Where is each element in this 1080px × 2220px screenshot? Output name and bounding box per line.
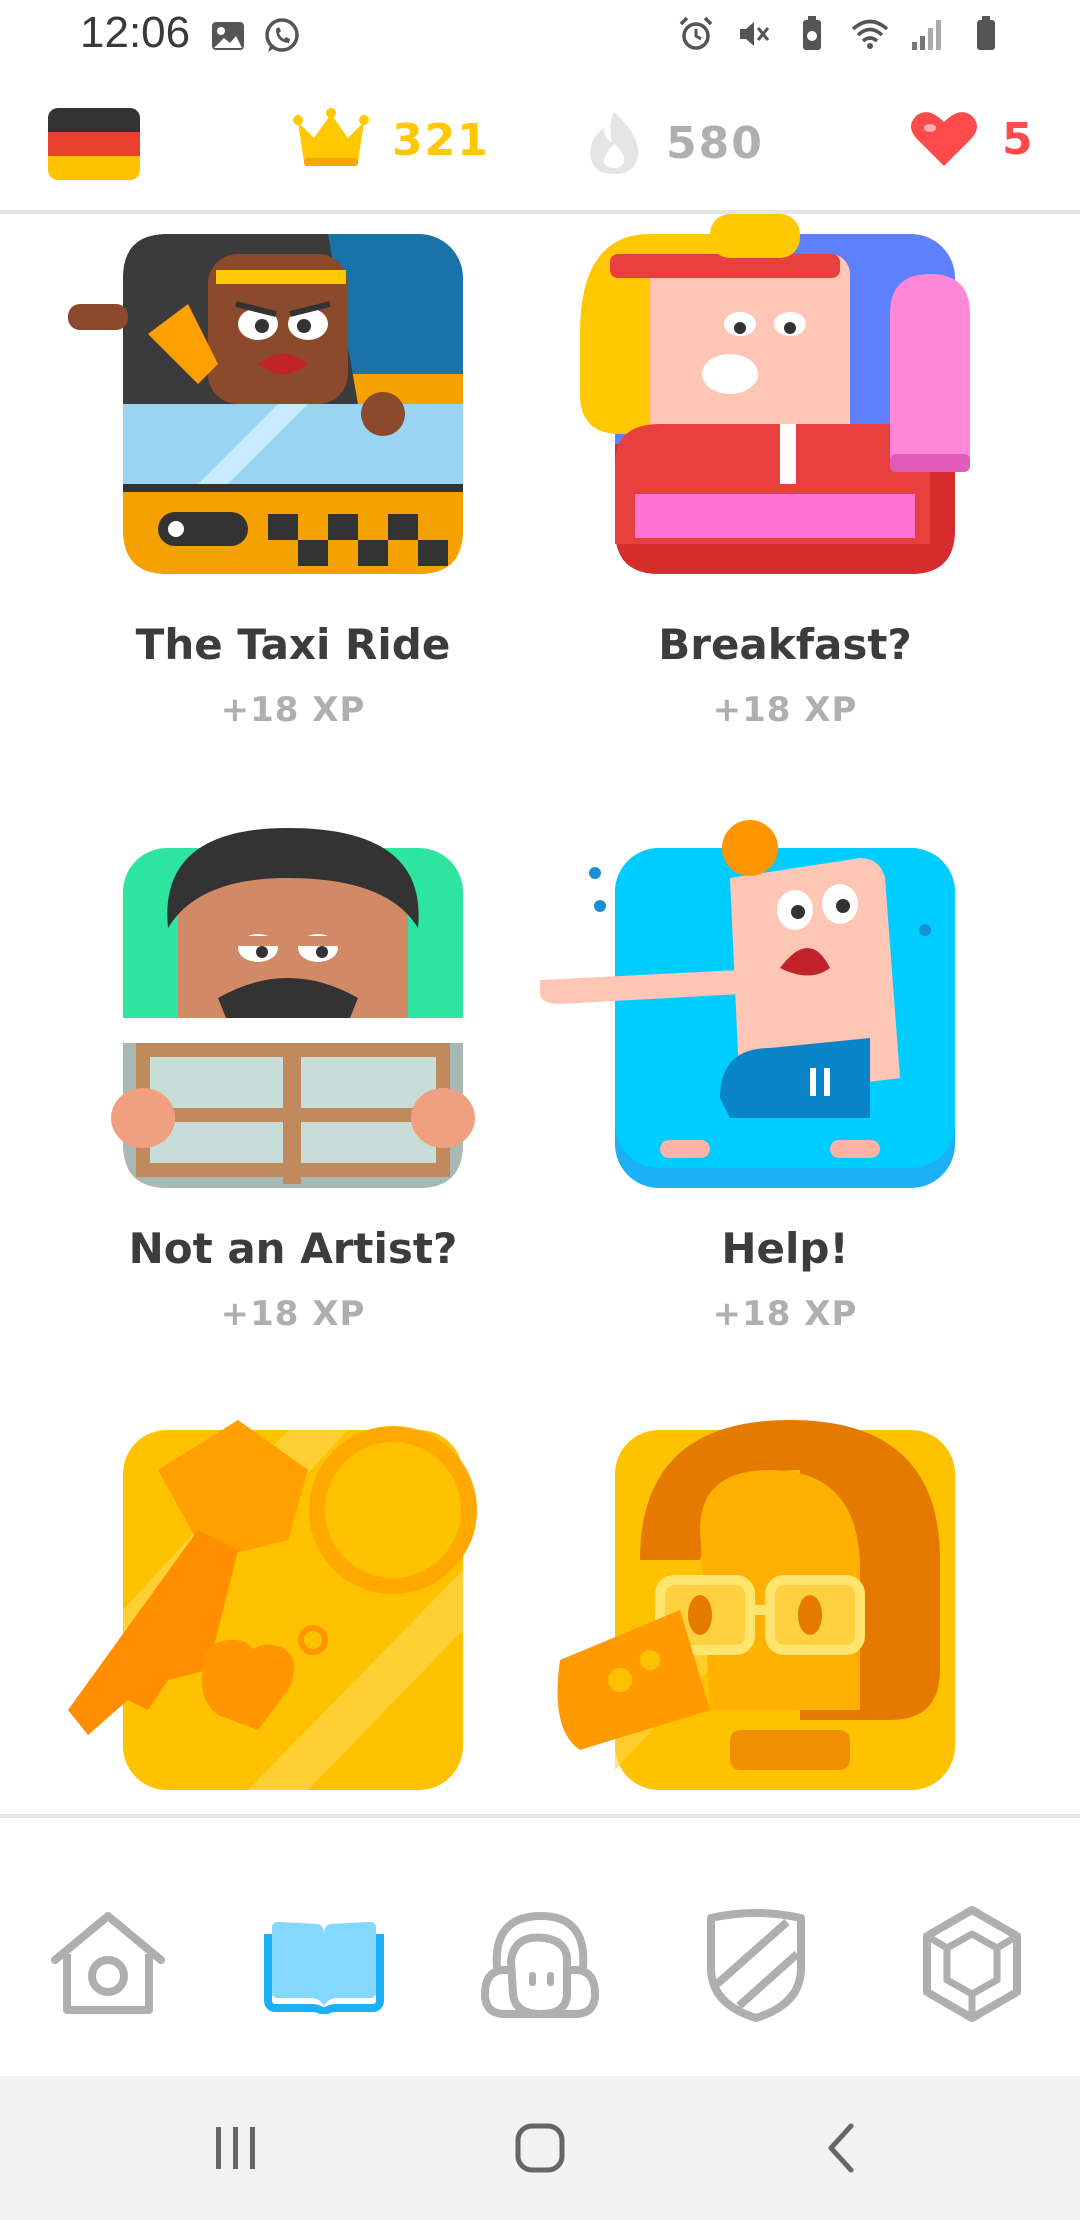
key-story-art[interactable] <box>48 1410 538 1790</box>
recent-apps-button[interactable] <box>196 2118 276 2178</box>
status-icons-right <box>676 14 1006 54</box>
story-xp: +18 XP <box>220 690 366 730</box>
streak-counter[interactable]: 580 <box>584 108 764 178</box>
flag-stripe-gold <box>48 156 140 180</box>
profile-icon <box>480 1911 600 2019</box>
nav-profile[interactable] <box>470 1894 610 2034</box>
hearts-counter[interactable]: 5 <box>908 108 1035 170</box>
story-xp: +18 XP <box>220 1294 366 1334</box>
battery-icon <box>977 16 995 50</box>
hearts-count: 5 <box>1002 113 1035 165</box>
glasses-woman-story-art[interactable] <box>540 1410 1030 1790</box>
alarm-icon <box>679 16 713 50</box>
story-card[interactable] <box>48 1410 538 1810</box>
leagues-shield-icon <box>707 1909 805 2022</box>
story-xp: +18 XP <box>712 690 858 730</box>
status-time: 12:06 <box>80 8 191 57</box>
nav-home[interactable] <box>38 1894 178 2034</box>
story-title: Not an Artist? <box>128 1224 458 1273</box>
home-button-icon <box>515 2123 565 2173</box>
top-bar: 321 580 5 <box>0 84 1080 210</box>
flag-stripe-red <box>48 132 140 156</box>
mute-icon <box>740 22 770 46</box>
breakfast-story-art[interactable] <box>540 214 1030 594</box>
signal-icon <box>912 20 941 50</box>
crowns-count: 321 <box>392 114 490 166</box>
story-card[interactable]: Help! +18 XP <box>540 804 1030 1404</box>
battery-saver-icon <box>803 16 821 50</box>
wifi-icon <box>851 19 889 49</box>
nav-shop[interactable] <box>902 1894 1042 2034</box>
story-title: Breakfast? <box>658 620 912 669</box>
nav-leagues[interactable] <box>686 1894 826 2034</box>
stories-book-icon <box>264 1922 384 2014</box>
shop-gem-icon <box>923 1906 1021 2022</box>
taxi-story-art[interactable] <box>48 214 538 594</box>
home-button[interactable] <box>500 2118 580 2178</box>
status-icons-left <box>208 16 302 56</box>
crown-icon <box>293 108 369 166</box>
help-story-art[interactable] <box>540 818 1030 1198</box>
home-icon <box>51 1912 165 2014</box>
flag-stripe-black <box>48 108 140 132</box>
story-xp: +18 XP <box>712 1294 858 1334</box>
streak-flame-icon <box>590 112 639 174</box>
story-title: Help! <box>721 1224 849 1273</box>
story-title: The Taxi Ride <box>135 620 451 669</box>
status-bar: 12:06 <box>0 0 1080 72</box>
crowns-counter[interactable]: 321 <box>292 108 490 172</box>
nav-stories[interactable] <box>254 1894 394 2034</box>
story-card[interactable] <box>540 1410 1030 1810</box>
streak-count: 580 <box>666 117 764 169</box>
back-icon <box>828 2123 854 2173</box>
recent-apps-icon <box>216 2127 255 2169</box>
system-navigation-bar <box>0 2076 1080 2220</box>
language-flag[interactable] <box>48 108 140 180</box>
heart-icon <box>911 112 977 166</box>
stories-grid: The Taxi Ride +18 XP Breakfast? +18 XP N… <box>0 214 1080 1814</box>
bottom-navigation <box>0 1818 1080 2076</box>
gallery-icon <box>212 22 244 50</box>
story-card[interactable]: Breakfast? +18 XP <box>540 214 1030 774</box>
artist-story-art[interactable] <box>48 818 538 1198</box>
story-card[interactable]: Not an Artist? +18 XP <box>48 804 538 1404</box>
whatsapp-icon <box>265 18 299 52</box>
back-button[interactable] <box>802 2118 882 2178</box>
story-card[interactable]: The Taxi Ride +18 XP <box>48 214 538 774</box>
